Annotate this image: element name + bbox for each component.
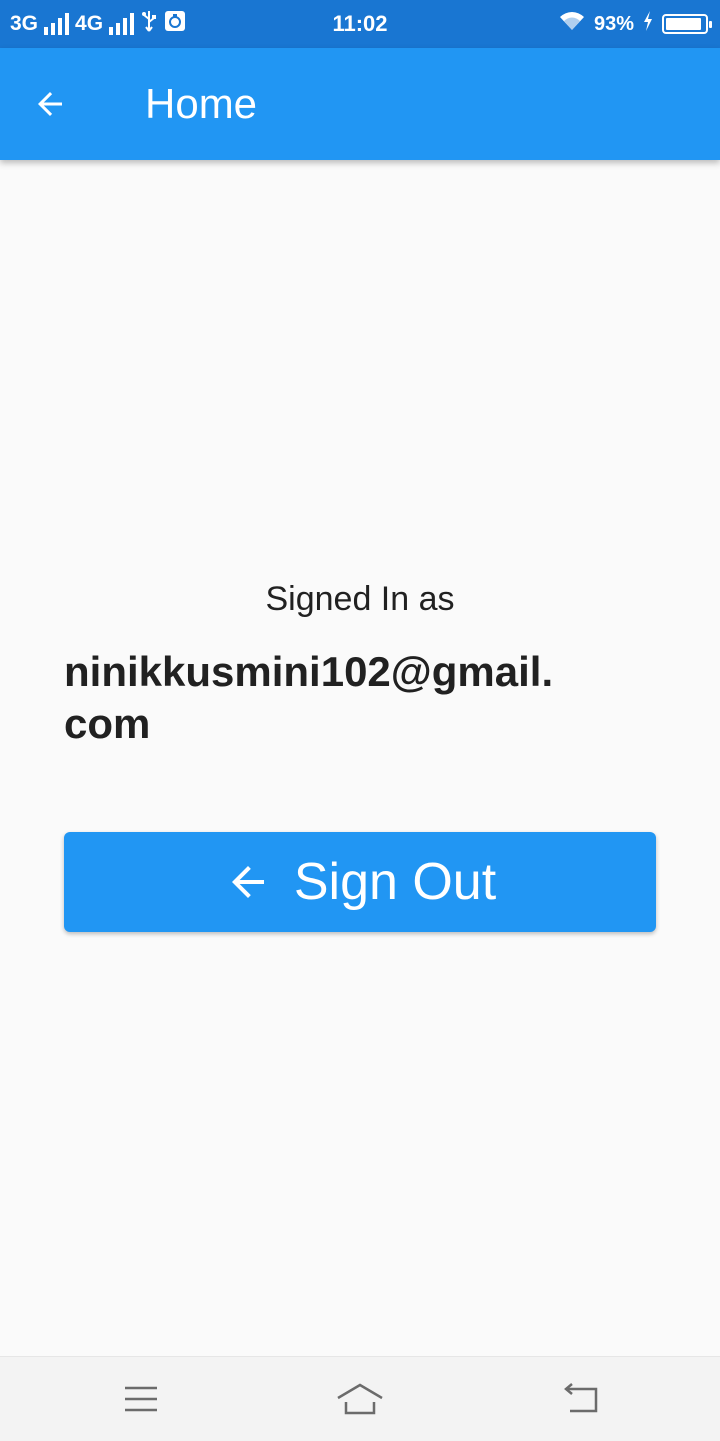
menu-button[interactable]: [117, 1379, 165, 1419]
battery-icon: [662, 14, 712, 34]
arrow-back-icon: [231, 866, 264, 898]
back-button[interactable]: [22, 76, 78, 132]
back-nav-button[interactable]: [556, 1379, 604, 1419]
user-email: ninikkusmini102@gmail.com: [64, 648, 554, 747]
arrow-back-icon: [38, 92, 62, 116]
battery-fill: [666, 18, 702, 30]
status-bar: 3G 4G 11:02 93%: [0, 0, 720, 48]
menu-icon: [125, 1386, 157, 1412]
back-icon: [564, 1383, 598, 1413]
home-icon: [337, 1383, 383, 1415]
system-nav-bar: [0, 1356, 720, 1441]
page-title: Home: [145, 80, 258, 127]
app-bar: Home: [0, 48, 720, 160]
wifi-icon: [558, 10, 586, 38]
battery-percent: 93%: [593, 12, 634, 35]
status-right: 93%: [558, 0, 712, 48]
sign-out-label: Sign Out: [293, 853, 497, 911]
sign-out-button[interactable]: Sign Out: [64, 832, 656, 932]
charging-icon: [642, 10, 654, 38]
signed-in-label: Signed In as: [265, 580, 455, 618]
home-button[interactable]: [336, 1379, 384, 1419]
